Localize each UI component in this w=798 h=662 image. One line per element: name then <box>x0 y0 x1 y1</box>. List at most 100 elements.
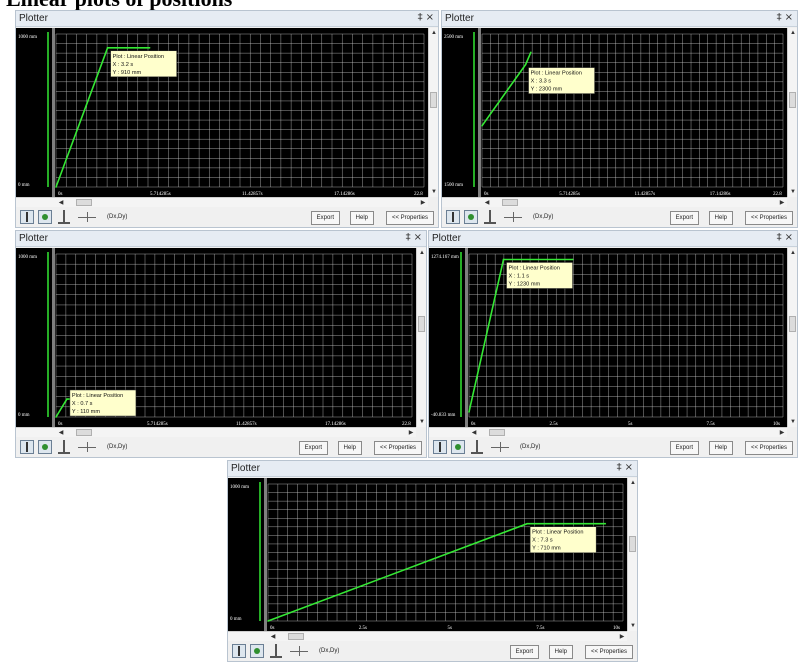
export-button[interactable]: Export <box>310 211 340 225</box>
horizontal-scrollbar[interactable]: ◀ ▶ <box>429 427 787 437</box>
zoom-tool-icon[interactable] <box>451 440 465 454</box>
scroll-thumb[interactable] <box>76 199 92 206</box>
pin-icon[interactable]: ‡ <box>777 232 782 243</box>
scroll-thumb[interactable] <box>418 316 425 332</box>
y-axis-cursor[interactable] <box>264 478 267 631</box>
properties-button[interactable]: << Properties <box>584 645 633 659</box>
zoom-tool-icon[interactable] <box>38 440 52 454</box>
plot-area[interactable]: 1000 mm 0 mm 0s 5.714285s 11.42857s 17.14286s… <box>16 248 416 427</box>
export-button[interactable]: Export <box>669 211 699 225</box>
vertical-scrollbar[interactable]: ▲ ▼ <box>787 28 797 197</box>
y-axis-cursor[interactable] <box>465 248 468 427</box>
cursor-tool-icon[interactable] <box>20 210 34 224</box>
dxdy-icon[interactable] <box>78 440 96 454</box>
scroll-left-arrow[interactable]: ◀ <box>469 428 479 438</box>
dxdy-button[interactable]: (Dx,Dy) <box>102 211 132 225</box>
scroll-right-arrow[interactable]: ▶ <box>406 428 416 438</box>
scroll-right-arrow[interactable]: ▶ <box>777 428 787 438</box>
scroll-thumb[interactable] <box>789 92 796 108</box>
scroll-down-arrow[interactable]: ▼ <box>429 187 438 197</box>
scroll-thumb[interactable] <box>502 199 518 206</box>
scroll-left-arrow[interactable]: ◀ <box>56 428 66 438</box>
scroll-right-arrow[interactable]: ▶ <box>777 198 787 208</box>
vertical-scrollbar[interactable]: ▲ ▼ <box>416 248 426 427</box>
y-axis-cursor[interactable] <box>52 248 55 427</box>
scroll-down-arrow[interactable]: ▼ <box>788 417 797 427</box>
help-button[interactable]: Help <box>708 441 733 455</box>
vertical-scrollbar[interactable]: ▲ ▼ <box>787 248 797 427</box>
zoom-tool-icon[interactable] <box>38 210 52 224</box>
cursor-tool-icon[interactable] <box>232 644 246 658</box>
scroll-left-arrow[interactable]: ◀ <box>482 198 492 208</box>
scroll-thumb[interactable] <box>76 429 92 436</box>
y-axis-cursor[interactable] <box>52 28 55 197</box>
vertical-cursor-icon[interactable] <box>471 440 483 454</box>
dxdy-button[interactable]: (Dx,Dy) <box>515 441 545 455</box>
help-button[interactable]: Help <box>337 441 362 455</box>
plot-area[interactable]: 1274.167 mm -40.833 mm 0s 2.5s 5s 7.5s 10s Plot… <box>429 248 787 427</box>
vertical-cursor-icon[interactable] <box>58 440 70 454</box>
pin-icon[interactable]: ‡ <box>777 12 782 23</box>
close-icon[interactable]: × <box>785 12 793 23</box>
dxdy-icon[interactable] <box>504 210 522 224</box>
dxdy-button[interactable]: (Dx,Dy) <box>528 211 558 225</box>
zoom-tool-icon[interactable] <box>250 644 264 658</box>
scroll-right-arrow[interactable]: ▶ <box>617 632 627 642</box>
help-button[interactable]: Help <box>349 211 374 225</box>
dxdy-button[interactable]: (Dx,Dy) <box>314 645 344 659</box>
properties-button[interactable]: << Properties <box>744 441 793 455</box>
vertical-cursor-icon[interactable] <box>484 210 496 224</box>
scroll-thumb[interactable] <box>629 536 636 552</box>
scroll-thumb[interactable] <box>288 633 304 640</box>
cursor-tool-icon[interactable] <box>433 440 447 454</box>
vertical-scrollbar[interactable]: ▲ ▼ <box>627 478 637 631</box>
properties-button[interactable]: << Properties <box>385 211 434 225</box>
pin-icon[interactable]: ‡ <box>418 12 423 23</box>
scroll-left-arrow[interactable]: ◀ <box>56 198 66 208</box>
dxdy-icon[interactable] <box>491 440 509 454</box>
close-icon[interactable]: × <box>426 12 434 23</box>
properties-button[interactable]: << Properties <box>373 441 422 455</box>
plot-area[interactable]: 2500 mm 1500 mm 0s 5.714285s 11.42857s 17.142… <box>442 28 787 197</box>
scroll-thumb[interactable] <box>789 316 796 332</box>
dxdy-button[interactable]: (Dx,Dy) <box>102 441 132 455</box>
scroll-thumb[interactable] <box>489 429 505 436</box>
scroll-left-arrow[interactable]: ◀ <box>268 632 278 642</box>
zoom-tool-icon[interactable] <box>464 210 478 224</box>
close-icon[interactable]: × <box>625 462 633 473</box>
scroll-up-arrow[interactable]: ▲ <box>788 28 797 38</box>
pin-icon[interactable]: ‡ <box>406 232 411 243</box>
help-button[interactable]: Help <box>708 211 733 225</box>
close-icon[interactable]: × <box>785 232 793 243</box>
scroll-down-arrow[interactable]: ▼ <box>628 621 637 631</box>
plot-area[interactable]: 1000 mm 0 mm 0s 2.5s 5s 7.5s 10s Plot : Linear … <box>228 478 627 631</box>
plot-area[interactable]: 1000 mm 0 mm 0s 5.714285s 11.42857s 17.14286s… <box>16 28 428 197</box>
scroll-up-arrow[interactable]: ▲ <box>788 248 797 258</box>
horizontal-scrollbar[interactable]: ◀ ▶ <box>16 197 428 207</box>
vertical-scrollbar[interactable]: ▲ ▼ <box>428 28 438 197</box>
dxdy-icon[interactable] <box>290 644 308 658</box>
properties-button[interactable]: << Properties <box>744 211 793 225</box>
export-button[interactable]: Export <box>509 645 539 659</box>
cursor-tool-icon[interactable] <box>446 210 460 224</box>
pin-icon[interactable]: ‡ <box>617 462 622 473</box>
horizontal-scrollbar[interactable]: ◀ ▶ <box>16 427 416 437</box>
cursor-tool-icon[interactable] <box>20 440 34 454</box>
horizontal-scrollbar[interactable]: ◀ ▶ <box>442 197 787 207</box>
scroll-up-arrow[interactable]: ▲ <box>429 28 438 38</box>
scroll-down-arrow[interactable]: ▼ <box>788 187 797 197</box>
vertical-cursor-icon[interactable] <box>58 210 70 224</box>
close-icon[interactable]: × <box>414 232 422 243</box>
scroll-thumb[interactable] <box>430 92 437 108</box>
export-button[interactable]: Export <box>669 441 699 455</box>
scroll-down-arrow[interactable]: ▼ <box>417 417 426 427</box>
horizontal-scrollbar[interactable]: ◀ ▶ <box>228 631 627 641</box>
scroll-up-arrow[interactable]: ▲ <box>628 478 637 488</box>
vertical-cursor-icon[interactable] <box>270 644 282 658</box>
y-axis-cursor[interactable] <box>478 28 481 197</box>
dxdy-icon[interactable] <box>78 210 96 224</box>
scroll-up-arrow[interactable]: ▲ <box>417 248 426 258</box>
export-button[interactable]: Export <box>298 441 328 455</box>
help-button[interactable]: Help <box>548 645 573 659</box>
scroll-right-arrow[interactable]: ▶ <box>418 198 428 208</box>
